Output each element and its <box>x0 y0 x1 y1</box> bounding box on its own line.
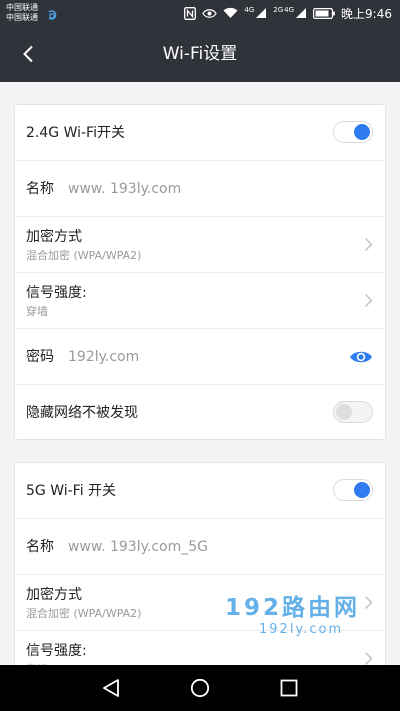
carrier-1: 中国联通 <box>6 3 38 12</box>
carrier-info: 中国联通 中国联通 <box>6 3 38 23</box>
ssid-24g-value[interactable]: www. 193ly.com <box>68 179 181 199</box>
toggle-hidden-network[interactable] <box>333 401 373 423</box>
signal-icon <box>256 8 267 18</box>
watermark-title: 192路由网 <box>225 595 361 621</box>
password-24g-value[interactable]: 192ly.com <box>68 347 139 367</box>
switch-24g-label: 2.4G Wi-Fi开关 <box>26 125 125 141</box>
row-24g-switch: 2.4G Wi-Fi开关 <box>15 105 385 161</box>
encryption-value: 混合加密 (WPA/WPA2) <box>26 607 142 620</box>
nav-home-button[interactable] <box>188 676 212 700</box>
toggle-knob <box>336 404 352 420</box>
battery-icon <box>313 7 335 19</box>
signal-value: 穿墙 <box>26 305 48 318</box>
app-header: Wi-Fi设置 <box>0 26 400 82</box>
status-icons: 4G 2G 4G 晚上9:46 <box>184 4 392 22</box>
row-5g-name[interactable]: 名称 www. 193ly.com_5G <box>15 519 385 575</box>
toggle-5g-wifi[interactable] <box>333 479 373 501</box>
ssid-5g-value[interactable]: www. 193ly.com_5G <box>68 537 208 557</box>
signal-icon-2 <box>296 8 307 18</box>
wifi-icon <box>223 7 238 18</box>
eye-icon[interactable] <box>349 349 373 365</box>
encryption-value: 混合加密 (WPA/WPA2) <box>26 249 142 262</box>
row-24g-encryption[interactable]: 加密方式 混合加密 (WPA/WPA2) <box>15 217 385 273</box>
hidden-network-label: 隐藏网络不被发现 <box>26 405 138 421</box>
network-2g: 2G <box>273 6 284 14</box>
nav-back-icon <box>103 679 119 697</box>
switch-5g-label: 5G Wi-Fi 开关 <box>26 483 117 499</box>
nav-recents-button[interactable] <box>277 676 301 700</box>
row-24g-hidden: 隐藏网络不被发现 <box>15 385 385 439</box>
status-bar: 中国联通 中国联通 4G 2G 4G 晚上9:46 <box>0 0 400 26</box>
toggle-knob <box>354 482 370 498</box>
toggle-24g-wifi[interactable] <box>333 121 373 143</box>
clock: 晚上9:46 <box>341 6 392 21</box>
chevron-right-icon <box>364 237 373 252</box>
network-4g-b: 4G <box>284 6 295 14</box>
eye-comfort-icon <box>202 8 218 18</box>
network-4g-a: 4G <box>244 6 255 14</box>
row-24g-signal[interactable]: 信号强度: 穿墙 <box>15 273 385 329</box>
system-nav-bar <box>0 665 400 711</box>
watermark: 192路由网 192ly.com <box>225 594 385 650</box>
row-5g-switch: 5G Wi-Fi 开关 <box>15 463 385 519</box>
name-label: 名称 <box>26 181 54 197</box>
nav-back-button[interactable] <box>99 676 123 700</box>
nav-home-icon <box>190 678 210 698</box>
carrier-2: 中国联通 <box>6 13 38 22</box>
nfc-icon <box>184 6 197 20</box>
chevron-right-icon <box>364 293 373 308</box>
toggle-knob <box>354 124 370 140</box>
wifi-24g-card: 2.4G Wi-Fi开关 名称 www. 193ly.com 加密方式 混合加密… <box>14 104 386 440</box>
name-label: 名称 <box>26 539 54 555</box>
chevron-right-icon <box>364 651 373 666</box>
page-title: Wi-Fi设置 <box>162 44 238 64</box>
data-roaming-icon <box>48 10 57 20</box>
encryption-label: 加密方式 <box>26 587 82 603</box>
row-24g-name[interactable]: 名称 www. 193ly.com <box>15 161 385 217</box>
encryption-label: 加密方式 <box>26 229 82 245</box>
signal-label: 信号强度: <box>26 285 87 301</box>
row-24g-password[interactable]: 密码 192ly.com <box>15 329 385 385</box>
nav-recents-icon <box>280 679 298 697</box>
signal-label: 信号强度: <box>26 643 87 659</box>
watermark-url: 192ly.com <box>259 622 344 637</box>
password-label: 密码 <box>26 349 54 365</box>
